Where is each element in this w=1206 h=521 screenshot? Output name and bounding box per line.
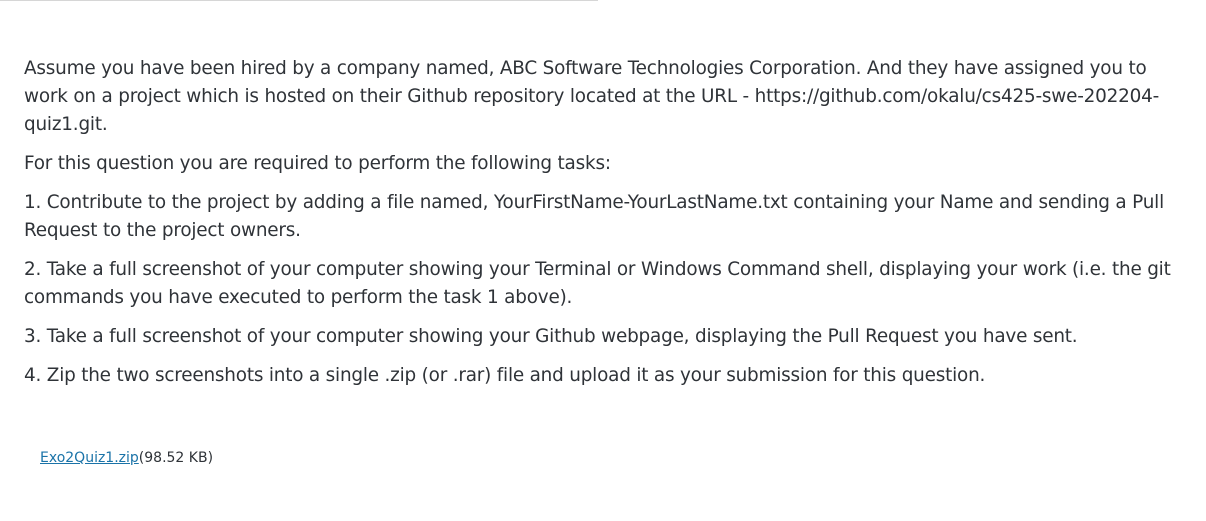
attachment: Exo2Quiz1.zip(98.52 KB) [40, 449, 213, 467]
task-item-4: 4. Zip the two screenshots into a single… [24, 365, 986, 386]
task-item-3: 3. Take a full screenshot of your comput… [24, 326, 1078, 347]
attachment-link[interactable]: Exo2Quiz1.zip [40, 450, 139, 466]
question-intro: Assume you have been hired by a company … [24, 58, 1160, 135]
attachment-size: (98.52 KB) [138, 450, 214, 466]
question-text: Assume you have been hired by a company … [24, 55, 1174, 401]
top-divider [0, 0, 598, 1]
question-lead: For this question you are required to pe… [24, 153, 611, 174]
task-item-1: 1. Contribute to the project by adding a… [24, 192, 1164, 241]
task-item-2: 2. Take a full screenshot of your comput… [24, 259, 1171, 308]
